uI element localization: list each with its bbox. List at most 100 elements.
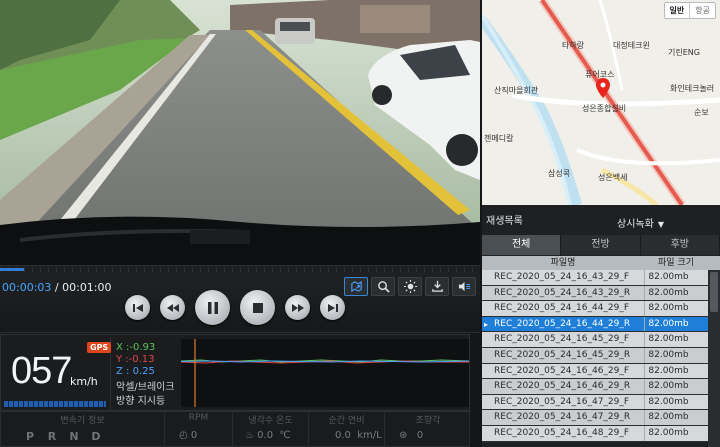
pause-button[interactable] (195, 290, 230, 325)
skip-previous-icon (132, 303, 143, 312)
folder-dropdown-value: 상시녹화 (617, 219, 654, 230)
playback-buttons (125, 290, 345, 325)
download-icon (431, 280, 443, 292)
file-row[interactable]: REC_2020_05_24_16_45_29_F 82.00mb (482, 332, 720, 348)
playlist-title: 재생목록 (486, 216, 523, 227)
gear-cell: 변속기 정보 PRND (1, 412, 165, 447)
file-row[interactable]: REC_2020_05_24_16_46_29_R 82.00mb (482, 379, 720, 395)
playlist-panel: 재생목록 상시녹화 ▼ 전체 전방 후방 파일명 파일 크기 REC_2020_0… (482, 205, 720, 447)
map-satellite-button[interactable]: 항공 (690, 3, 715, 18)
file-name: REC_2020_05_24_16_46_29_F (494, 365, 630, 376)
map-label: 성은백세 (598, 173, 628, 182)
map-type-toggle: 일반 항공 (663, 2, 716, 19)
map-normal-button[interactable]: 일반 (664, 3, 691, 18)
steering-readout: ⊛ 0 (399, 430, 424, 441)
next-file-button[interactable] (320, 295, 345, 320)
file-size: 82.00mb (644, 347, 692, 363)
tab-rear[interactable]: 후방 (640, 235, 720, 255)
coolant-value: 0.0 (257, 430, 274, 441)
playlist-tabs: 전체 전방 후방 (482, 235, 720, 255)
tab-all[interactable]: 전체 (482, 235, 562, 255)
speed-unit: km/h (70, 375, 98, 388)
fast-forward-icon (291, 303, 304, 312)
zoom-button[interactable] (371, 277, 395, 296)
file-name: REC_2020_05_24_16_43_29_F (494, 272, 630, 282)
file-size: 82.00mb (644, 316, 692, 332)
g-sensor-y: Y :-0.13 (116, 354, 155, 365)
seek-bar-fill (0, 268, 24, 271)
vehicle-status-strip: 변속기 정보 PRND RPM ◴ 0 냉각수 온도 ♨ 0.0 ℃ 순간 연비… (0, 411, 470, 447)
g-sensor-graph[interactable] (181, 339, 469, 407)
file-list: REC_2020_05_24_16_43_29_F 82.00mb REC_2020… (482, 270, 720, 442)
file-size: 82.00mb (644, 410, 692, 425)
file-name: REC_2020_05_24_16_47_29_F (494, 396, 630, 407)
file-name: REC_2020_05_24_16_45_29_R (494, 349, 631, 360)
stop-button[interactable] (240, 290, 275, 325)
previous-file-button[interactable] (125, 295, 150, 320)
folder-dropdown[interactable]: 상시녹화 ▼ (617, 215, 664, 230)
steering-cell: 조향각 ⊛ 0 (385, 412, 471, 447)
brightness-icon (403, 280, 417, 293)
file-list-scrollbar[interactable] (708, 270, 720, 447)
selected-row-marker: ▸ (484, 319, 489, 329)
seek-bar[interactable] (0, 265, 480, 273)
file-list-header: 파일명 파일 크기 (482, 256, 720, 270)
file-size: 82.00mb (644, 301, 692, 316)
file-name: REC_2020_05_24_16_45_29_F (494, 334, 630, 345)
file-name: REC_2020_05_24_16_44_29_R (494, 318, 631, 329)
file-row[interactable]: REC_2020_05_24_16_43_29_F 82.00mb (482, 270, 720, 286)
pause-icon (207, 301, 218, 314)
file-row[interactable]: REC_2020_05_24_16_46_29_F 82.00mb (482, 363, 720, 380)
file-name: REC_2020_05_24_16_48_29_F (494, 427, 630, 438)
map-export-button[interactable] (344, 277, 368, 296)
speed-value: 057 (11, 350, 72, 392)
map-label: 성은종합설비 (582, 104, 627, 113)
file-size: 82.00mb (644, 270, 692, 285)
time-display: 00:00:03 / 00:01:00 (2, 281, 112, 294)
file-row[interactable]: REC_2020_05_24_16_47_29_F 82.00mb (482, 394, 720, 411)
speed-bar (4, 401, 106, 407)
column-file-name[interactable]: 파일명 (482, 256, 644, 270)
map-label: 기린ENG (668, 48, 700, 57)
coolant-readout: ♨ 0.0 ℃ (245, 430, 291, 441)
volume-button[interactable] (452, 277, 476, 296)
video-frame[interactable] (0, 0, 480, 265)
zoom-icon (377, 281, 390, 293)
file-row[interactable]: REC_2020_05_24_16_47_29_R 82.00mb (482, 410, 720, 426)
scrollbar-thumb[interactable] (710, 272, 718, 312)
fuel-header: 순간 연비 (328, 416, 365, 426)
map-label: 화인테크놀러 (670, 84, 715, 93)
g-sensor-x: X :-0.93 (116, 342, 156, 353)
turn-signal-label: 방향 지시등 (116, 396, 166, 407)
map-panel[interactable]: 일반 항공 타하랑 대정테크윈 기린ENG 퓨어코스 산직마을회관 화인테크놀러… (482, 0, 720, 205)
file-row[interactable]: REC_2020_05_24_16_43_29_R 82.00mb (482, 285, 720, 302)
brightness-button[interactable] (398, 277, 422, 296)
tool-buttons (344, 277, 476, 296)
tab-front[interactable]: 전방 (561, 235, 641, 255)
file-row[interactable]: REC_2020_05_24_16_45_29_R 82.00mb (482, 347, 720, 364)
file-name: REC_2020_05_24_16_44_29_F (494, 303, 630, 314)
fast-forward-button[interactable] (285, 295, 310, 320)
rewind-button[interactable] (160, 295, 185, 320)
column-file-size[interactable]: 파일 크기 (644, 256, 708, 270)
gps-badge: GPS (87, 342, 112, 353)
file-name: REC_2020_05_24_16_46_29_R (494, 381, 631, 392)
file-row[interactable]: REC_2020_05_24_16_48_29_F 82.00mb (482, 425, 720, 442)
current-time: 00:00:03 (2, 281, 52, 294)
download-button[interactable] (425, 277, 449, 296)
speed-box: GPS 057 km/h (1, 337, 112, 410)
file-row[interactable]: REC_2020_05_24_16_44_29_F 82.00mb (482, 301, 720, 317)
stop-icon (252, 302, 263, 313)
file-size: 82.00mb (644, 363, 692, 379)
file-size: 82.00mb (644, 394, 692, 410)
gear-p: P (25, 430, 35, 443)
seek-ticks (0, 267, 480, 272)
gear-n: N (69, 430, 79, 443)
file-row[interactable]: ▸ REC_2020_05_24_16_44_29_R 82.00mb (482, 316, 720, 333)
rpm-cell: RPM ◴ 0 (165, 412, 233, 447)
volume-icon (458, 281, 470, 292)
rewind-icon (166, 303, 179, 312)
gear-values: PRND (19, 430, 107, 443)
map-label: 타하랑 (562, 41, 585, 50)
accel-brake-label: 악셀/브레이크 (116, 382, 175, 393)
